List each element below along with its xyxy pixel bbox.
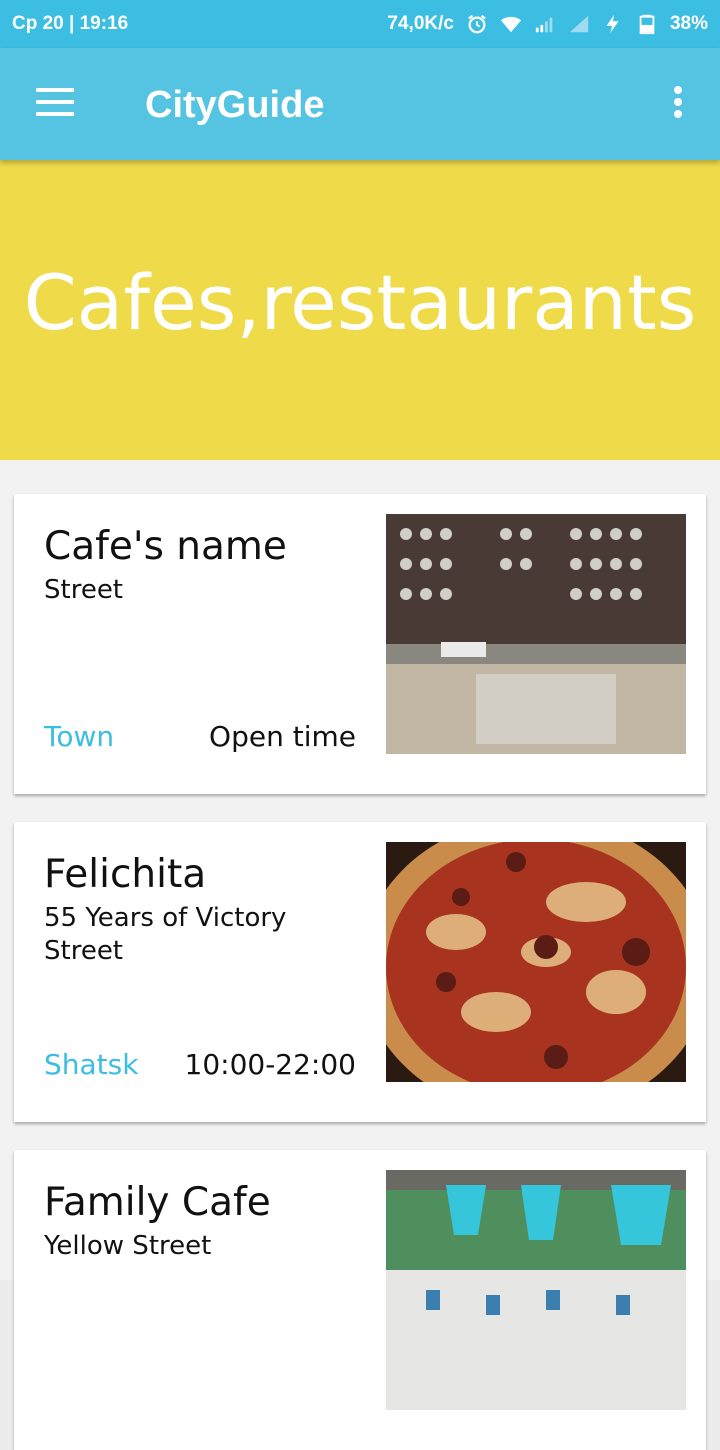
status-date-time: Ср 20 | 19:16 — [12, 13, 129, 34]
pizza-photo — [386, 842, 686, 1082]
category-title: Cafes,restaurants — [23, 258, 697, 347]
cafe-list[interactable]: Cafe's name Street Town Open time Felich… — [0, 460, 720, 1450]
cafe-town[interactable]: Shatsk — [44, 1048, 138, 1081]
hamburger-menu-icon[interactable] — [36, 88, 76, 120]
signal-icon — [535, 17, 553, 33]
alarm-icon — [468, 14, 486, 34]
cafe-street: Yellow Street — [44, 1231, 212, 1261]
charging-icon — [606, 14, 619, 34]
cafe-name: Cafe's name — [44, 524, 287, 569]
battery-percent: 38% — [669, 13, 708, 34]
cafe-name: Felichita — [44, 852, 207, 897]
cafe-town[interactable]: Town — [44, 720, 114, 753]
cafe-name: Family Cafe — [44, 1180, 271, 1225]
signal-no-sim-icon — [569, 15, 589, 33]
cafe-street: 55 Years of Victory Street — [44, 903, 287, 966]
patio-photo — [386, 1170, 686, 1410]
cafe-card[interactable]: Family Cafe Yellow Street — [14, 1150, 706, 1450]
network-speed: 74,0K/c — [387, 13, 454, 34]
status-bar: Ср 20 | 19:16 74,0K/c 38% — [0, 0, 720, 48]
battery-icon — [639, 14, 655, 35]
cafe-card[interactable]: Cafe's name Street Town Open time — [14, 494, 706, 794]
status-icons: 74,0K/c 38% — [387, 13, 708, 35]
app-title: CityGuide — [145, 84, 325, 126]
overflow-menu-icon[interactable] — [672, 86, 684, 122]
cafe-open-time: Open time — [209, 720, 356, 753]
cafe-card[interactable]: Felichita 55 Years of Victory Street Sha… — [14, 822, 706, 1122]
cafe-open-time: 10:00-22:00 — [184, 1048, 357, 1081]
cafe-interior-photo — [386, 514, 686, 754]
app-bar: CityGuide — [0, 48, 720, 160]
category-banner: Cafes,restaurants — [0, 160, 720, 460]
cafe-street: Street — [44, 575, 124, 605]
wifi-icon — [500, 16, 522, 33]
